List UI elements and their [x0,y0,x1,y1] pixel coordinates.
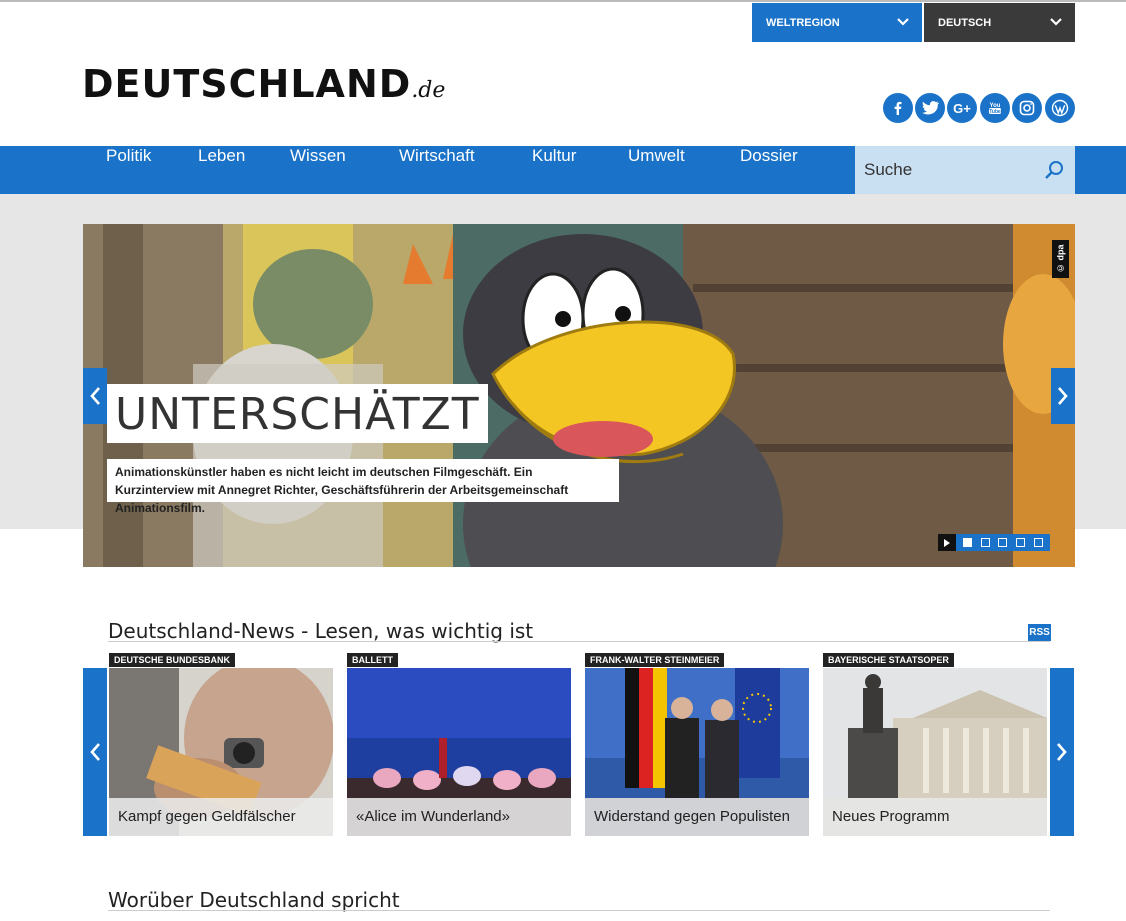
chevron-left-icon [90,387,100,405]
hero-title[interactable]: UNTERSCHÄTZT [107,384,488,443]
news-card[interactable]: FRANK-WALTER STEINMEIER Widerstand gegen… [585,653,809,836]
chevron-right-icon [1058,387,1068,405]
news-card-tag: DEUTSCHE BUNDESBANK [109,653,236,667]
region-select-label: WELTREGION [766,16,840,29]
news-prev-button[interactable] [83,668,107,836]
photo-credit: © dpa [1052,240,1069,278]
news-card-tag: BALLETT [347,653,398,667]
chevron-right-icon [1057,743,1067,761]
hero-prev-button[interactable] [83,368,107,424]
site-logo[interactable]: DEUTSCHLAND.de [82,62,445,106]
section-divider [108,910,1050,911]
logo-main: DEUTSCHLAND [82,62,412,106]
section-divider [108,641,1050,642]
rss-button[interactable]: RSS [1028,624,1051,641]
nav-item-umwelt[interactable]: Umwelt [628,146,685,194]
play-button[interactable] [938,534,956,551]
slide-dot-4[interactable] [1016,538,1026,547]
news-card-caption: Widerstand gegen Populisten [585,798,809,836]
language-select[interactable]: DEUTSCH [924,3,1075,42]
news-card[interactable]: DEUTSCHE BUNDESBANK Kampf gegen Geldfäls… [109,653,333,836]
facebook-icon[interactable] [883,93,913,123]
slider-pager [938,534,1050,551]
nav-item-politik[interactable]: Politik [106,146,151,194]
hero-next-button[interactable] [1051,368,1075,424]
nav-item-wissen[interactable]: Wissen [290,146,346,194]
chevron-down-icon [897,18,909,26]
hero-subtitle[interactable]: Animationskünstler haben es nicht leicht… [107,459,619,515]
slide-dot-5[interactable] [1033,538,1043,547]
slider-dots [956,534,1050,551]
twitter-icon[interactable] [915,93,945,123]
slide-dot-1[interactable] [963,538,973,547]
language-select-label: DEUTSCH [938,16,992,29]
instagram-icon[interactable] [1012,93,1042,123]
nav-item-kultur[interactable]: Kultur [532,146,576,194]
play-icon [944,538,950,547]
slide-dot-3[interactable] [998,538,1008,547]
news-card[interactable]: BAYERISCHE STAATSOPER Neues Programm [823,653,1047,836]
region-select[interactable]: WELTREGION [752,3,922,42]
news-card-tag: BAYERISCHE STAATSOPER [823,653,954,667]
slide-dot-2[interactable] [980,538,990,547]
chevron-left-icon [90,743,100,761]
news-card-tag: FRANK-WALTER STEINMEIER [585,653,725,667]
chevron-down-icon [1050,18,1062,26]
news-card[interactable]: BALLETT «Alice im Wunderland» [347,653,571,836]
search-input[interactable] [855,146,1040,194]
news-card-caption: Neues Programm [823,798,1047,836]
wordpress-icon[interactable] [1045,93,1075,123]
search-icon[interactable] [1043,159,1065,181]
search-box [855,146,1075,194]
nav-item-leben[interactable]: Leben [198,146,245,194]
svg-text:Tube: Tube [989,109,1001,115]
logo-suffix: .de [411,78,446,103]
top-border [0,0,1126,2]
nav-item-wirtschaft[interactable]: Wirtschaft [399,146,475,194]
section-title: Worüber Deutschland spricht [108,888,400,912]
google-plus-icon[interactable]: G+ [947,93,977,123]
news-card-caption: «Alice im Wunderland» [347,798,571,836]
youtube-icon[interactable]: You Tube [980,93,1010,123]
news-card-caption: Kampf gegen Geldfälscher [109,798,333,836]
news-section-title: Deutschland-News - Lesen, was wichtig is… [108,619,534,643]
nav-item-dossier[interactable]: Dossier [740,146,798,194]
news-next-button[interactable] [1050,668,1074,836]
